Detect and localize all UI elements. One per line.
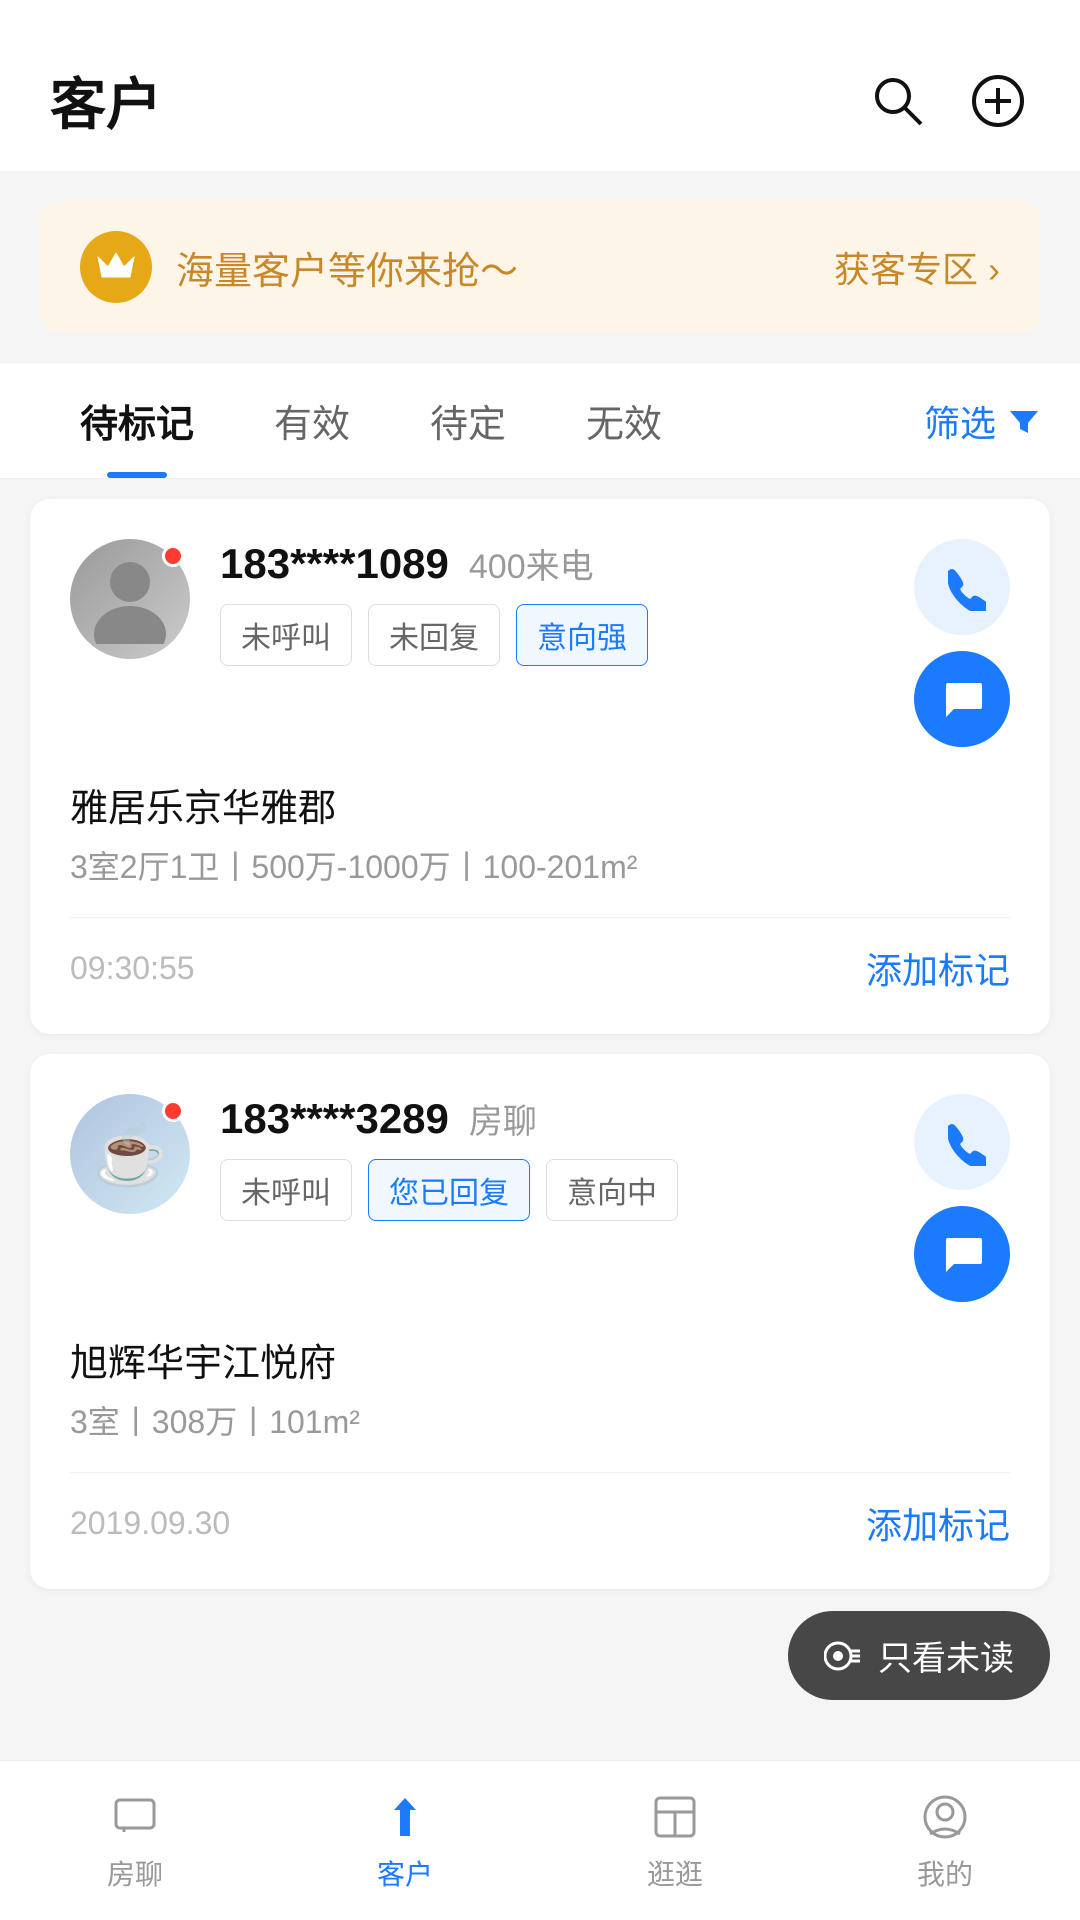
tag-no-call: 未呼叫 <box>220 604 352 666</box>
tag-no-call: 未呼叫 <box>220 1159 352 1221</box>
property-detail: 3室2厅1卫丨500万-1000万丨100-201m² <box>70 842 1010 893</box>
profile-icon <box>917 1789 973 1845</box>
banner-link[interactable]: 获客专区 › <box>834 241 1000 293</box>
tag-no-reply: 未回复 <box>368 604 500 666</box>
tab-invalid[interactable]: 无效 <box>546 363 702 478</box>
nav-browse-label: 逛逛 <box>647 1853 703 1893</box>
customer-list: 183****1089 400来电 未呼叫 未回复 意向强 <box>0 479 1080 1609</box>
card-actions <box>914 1094 1010 1302</box>
chat-icon <box>107 1789 163 1845</box>
card-divider <box>70 1472 1010 1473</box>
card-bottom: 2019.09.30 添加标记 <box>70 1497 1010 1549</box>
card-divider <box>70 917 1010 918</box>
message-button[interactable] <box>914 651 1010 747</box>
header-actions <box>866 69 1030 133</box>
nav-browse[interactable]: 逛逛 <box>540 1789 810 1893</box>
card-actions <box>914 539 1010 747</box>
tag-strong-intent: 意向强 <box>516 604 648 666</box>
nav-customer[interactable]: 客户 <box>270 1789 540 1893</box>
customer-info: 183****1089 400来电 未呼叫 未回复 意向强 <box>220 539 884 666</box>
unread-filter-button[interactable]: 只看未读 <box>788 1611 1050 1700</box>
filter-button[interactable]: 筛选 <box>924 375 1040 467</box>
customer-tags: 未呼叫 您已回复 意向中 <box>220 1159 884 1221</box>
crown-icon <box>80 231 152 303</box>
tab-pending-mark[interactable]: 待标记 <box>40 363 234 478</box>
tag-medium-intent: 意向中 <box>546 1159 678 1221</box>
add-tag-button[interactable]: 添加标记 <box>866 1497 1010 1549</box>
property-info: 雅居乐京华雅郡 3室2厅1卫丨500万-1000万丨100-201m² <box>70 777 1010 893</box>
add-button[interactable] <box>966 69 1030 133</box>
search-button[interactable] <box>866 69 930 133</box>
call-button[interactable] <box>914 539 1010 635</box>
customer-source: 400来电 <box>469 539 594 588</box>
promo-banner[interactable]: 海量客户等你来抢～ 获客专区 › <box>40 201 1040 333</box>
unread-filter-label: 只看未读 <box>878 1631 1014 1680</box>
browse-icon <box>647 1789 703 1845</box>
customer-info: 183****3289 房聊 未呼叫 您已回复 意向中 <box>220 1094 884 1221</box>
banner-text: 海量客户等你来抢～ <box>176 240 518 295</box>
card-time: 09:30:55 <box>70 950 195 987</box>
customer-icon <box>377 1789 433 1845</box>
page-title: 客户 <box>50 60 162 141</box>
notification-dot <box>162 1100 184 1122</box>
nav-customer-label: 客户 <box>377 1853 433 1893</box>
customer-card[interactable]: 183****1089 400来电 未呼叫 未回复 意向强 <box>30 499 1050 1034</box>
property-detail: 3室丨308万丨101m² <box>70 1397 1010 1448</box>
customer-card[interactable]: ☕ 183****3289 房聊 未呼叫 您已回复 意向中 <box>30 1054 1050 1589</box>
nav-chat-label: 房聊 <box>107 1853 163 1893</box>
property-info: 旭辉华宇江悦府 3室丨308万丨101m² <box>70 1332 1010 1448</box>
tag-replied: 您已回复 <box>368 1159 530 1221</box>
bottom-nav: 房聊 客户 逛逛 我的 <box>0 1760 1080 1920</box>
avatar-wrap: ☕ <box>70 1094 190 1214</box>
nav-chat[interactable]: 房聊 <box>0 1789 270 1893</box>
nav-profile-label: 我的 <box>917 1853 973 1893</box>
card-time: 2019.09.30 <box>70 1505 230 1542</box>
notification-dot <box>162 545 184 567</box>
tab-pending[interactable]: 待定 <box>390 363 546 478</box>
tab-valid[interactable]: 有效 <box>234 363 390 478</box>
header: 客户 <box>0 0 1080 171</box>
customer-source: 房聊 <box>469 1094 537 1143</box>
message-button[interactable] <box>914 1206 1010 1302</box>
customer-tags: 未呼叫 未回复 意向强 <box>220 604 884 666</box>
tab-bar: 待标记 有效 待定 无效 筛选 <box>0 363 1080 479</box>
customer-phone: 183****3289 <box>220 1095 449 1143</box>
call-button[interactable] <box>914 1094 1010 1190</box>
avatar-wrap <box>70 539 190 659</box>
add-tag-button[interactable]: 添加标记 <box>866 942 1010 994</box>
property-name: 雅居乐京华雅郡 <box>70 777 1010 832</box>
property-name: 旭辉华宇江悦府 <box>70 1332 1010 1387</box>
customer-phone: 183****1089 <box>220 540 449 588</box>
nav-profile[interactable]: 我的 <box>810 1789 1080 1893</box>
card-bottom: 09:30:55 添加标记 <box>70 942 1010 994</box>
